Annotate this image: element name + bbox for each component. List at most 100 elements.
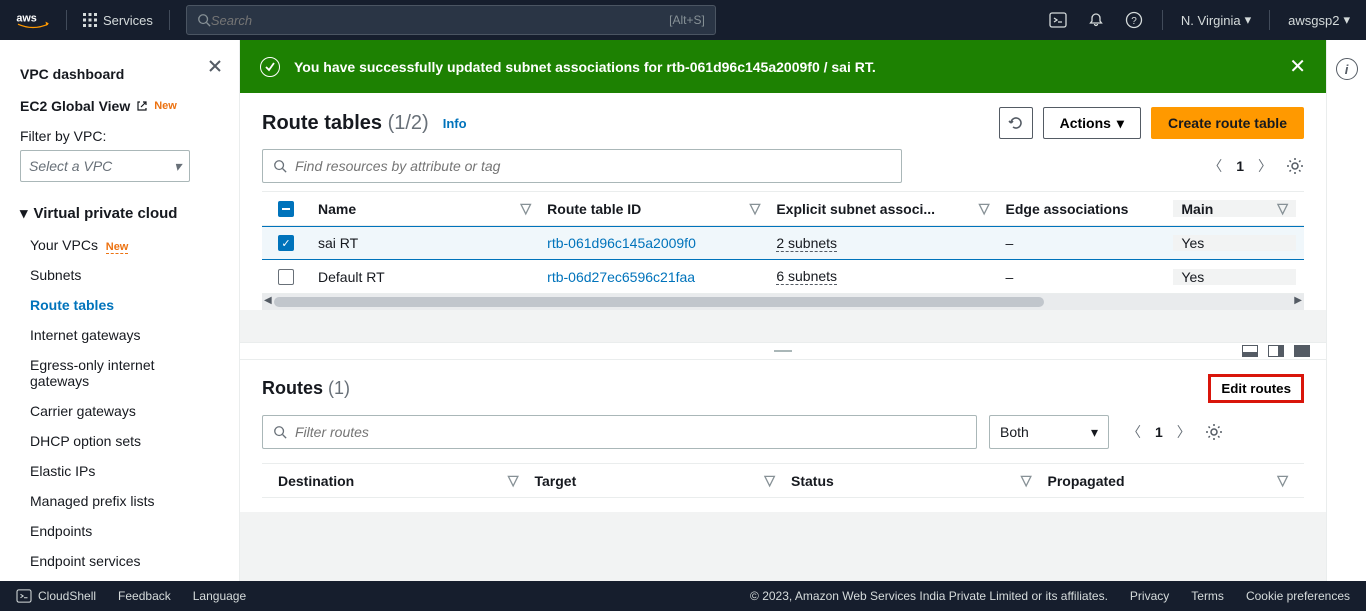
sidebar-item-label: Route tables: [30, 297, 114, 313]
row-checkbox[interactable]: [270, 269, 310, 285]
cloudshell-icon[interactable]: [1048, 10, 1068, 30]
route-tables-grid: Name▽ Route table ID▽ Explicit subnet as…: [262, 191, 1304, 294]
routes-filter-input[interactable]: [295, 424, 966, 440]
col-subnets[interactable]: Explicit subnet associ...▽: [768, 200, 997, 217]
sort-icon: ▽: [1277, 472, 1288, 489]
route-filter-select[interactable]: Both▾: [989, 415, 1109, 449]
row-subnets[interactable]: 2 subnets: [768, 235, 997, 252]
sidebar-ec2-global[interactable]: EC2 Global View New: [20, 90, 239, 122]
feedback-link[interactable]: Feedback: [118, 589, 171, 603]
page-body: VPC dashboard EC2 Global View New Filter…: [0, 40, 1366, 581]
sidebar-item-igw[interactable]: Internet gateways: [20, 320, 239, 350]
table-search-input[interactable]: [295, 158, 891, 174]
chevron-down-icon: ▾: [1091, 424, 1098, 441]
col-target[interactable]: Target▽: [527, 472, 784, 489]
row-subnets[interactable]: 6 subnets: [768, 268, 997, 285]
privacy-link[interactable]: Privacy: [1130, 589, 1169, 603]
scroll-right-icon[interactable]: ▶: [1294, 295, 1302, 306]
dock-bottom-icon[interactable]: [1242, 345, 1258, 357]
vpc-select[interactable]: Select a VPC ▾: [20, 150, 190, 182]
sidebar-section-header[interactable]: ▾Virtual private cloud: [20, 204, 239, 222]
row-edge: –: [998, 269, 1174, 285]
title-text: Route tables: [262, 112, 382, 134]
actions-button[interactable]: Actions▾: [1043, 107, 1141, 139]
col-status[interactable]: Status▽: [783, 472, 1040, 489]
sidebar-item-egw[interactable]: Egress-only internet gateways: [20, 350, 190, 396]
col-id[interactable]: Route table ID▽: [539, 200, 768, 217]
sidebar-item-dhcp[interactable]: DHCP option sets: [20, 426, 239, 456]
terms-link[interactable]: Terms: [1191, 589, 1224, 603]
table-search[interactable]: [262, 149, 902, 183]
region-selector[interactable]: N. Virginia▾: [1181, 12, 1251, 28]
sidebar-item-your-vpcs[interactable]: Your VPCs New: [20, 230, 239, 260]
sidebar-item-subnets[interactable]: Subnets: [20, 260, 239, 290]
divider: [1162, 10, 1163, 30]
col-propagated[interactable]: Propagated▽: [1040, 472, 1297, 489]
dock-full-icon[interactable]: [1294, 345, 1310, 357]
sidebar-item-endpoint-svc[interactable]: Endpoint services: [20, 546, 239, 576]
dock-right-icon[interactable]: [1268, 345, 1284, 357]
bell-icon[interactable]: [1086, 10, 1106, 30]
gear-icon[interactable]: [1286, 157, 1304, 175]
sidebar-item-eip[interactable]: Elastic IPs: [20, 456, 239, 486]
sidebar-item-cgw[interactable]: Carrier gateways: [20, 396, 239, 426]
horizontal-scrollbar[interactable]: ◀ ▶: [262, 294, 1304, 310]
language-link[interactable]: Language: [193, 589, 246, 603]
services-menu[interactable]: Services: [83, 13, 153, 28]
aws-logo[interactable]: aws: [16, 10, 50, 30]
col-label: Target: [535, 473, 577, 489]
subnet-link[interactable]: 6 subnets: [776, 268, 837, 285]
col-main[interactable]: Main▽: [1173, 200, 1296, 217]
sidebar-item-label: Carrier gateways: [30, 403, 136, 419]
pager-next[interactable]: 〉: [1258, 156, 1272, 176]
scroll-left-icon[interactable]: ◀: [264, 295, 272, 306]
sidebar-item-endpoints[interactable]: Endpoints: [20, 516, 239, 546]
chevron-down-icon: ▾: [20, 204, 28, 222]
row-id-link[interactable]: rtb-06d27ec6596c21faa: [539, 269, 768, 285]
refresh-button[interactable]: [999, 107, 1033, 139]
global-search[interactable]: [Alt+S]: [186, 5, 716, 35]
create-route-table-button[interactable]: Create route table: [1151, 107, 1304, 139]
table-row[interactable]: ✓ sai RT rtb-061d96c145a2009f0 2 subnets…: [262, 226, 1304, 260]
select-all-checkbox[interactable]: [270, 201, 310, 217]
col-name[interactable]: Name▽: [310, 200, 539, 217]
cookie-link[interactable]: Cookie preferences: [1246, 589, 1350, 603]
edit-routes-button[interactable]: Edit routes: [1208, 374, 1304, 403]
pager-next[interactable]: 〉: [1177, 422, 1191, 442]
external-link-icon: [136, 100, 148, 112]
panel-resizer[interactable]: [240, 342, 1326, 360]
routes-filter[interactable]: [262, 415, 977, 449]
col-destination[interactable]: Destination▽: [270, 472, 527, 489]
pager-prev[interactable]: 〈: [1208, 156, 1222, 176]
create-label: Create route table: [1168, 115, 1287, 131]
sidebar-item-prefix[interactable]: Managed prefix lists: [20, 486, 239, 516]
divider: [1269, 10, 1270, 30]
topnav-right: ? N. Virginia▾ awsgsp2▾: [1048, 10, 1350, 30]
gear-icon[interactable]: [1205, 423, 1223, 441]
table-pager: 〈 1 〉: [1208, 156, 1304, 176]
sidebar-item-route-tables[interactable]: Route tables: [20, 290, 239, 320]
subnet-link[interactable]: 2 subnets: [776, 235, 837, 252]
pager-prev[interactable]: 〈: [1127, 422, 1141, 442]
table-row[interactable]: Default RT rtb-06d27ec6596c21faa 6 subne…: [262, 260, 1304, 294]
close-icon[interactable]: [207, 58, 223, 74]
sidebar-section-vpc: ▾Virtual private cloud Your VPCs New Sub…: [20, 204, 239, 576]
search-input[interactable]: [211, 13, 669, 28]
check-circle-icon: [260, 57, 280, 77]
vpc-select-placeholder: Select a VPC: [29, 158, 112, 174]
col-label: Edge associations: [1006, 201, 1129, 217]
services-label: Services: [103, 13, 153, 28]
scroll-thumb[interactable]: [274, 297, 1044, 307]
close-icon[interactable]: ✕: [1289, 54, 1306, 79]
col-edge[interactable]: Edge associations: [998, 201, 1174, 217]
row-checkbox[interactable]: ✓: [270, 235, 310, 251]
help-icon[interactable]: ?: [1124, 10, 1144, 30]
info-link[interactable]: Info: [443, 116, 467, 131]
row-id-link[interactable]: rtb-061d96c145a2009f0: [539, 235, 768, 251]
cloudshell-link[interactable]: CloudShell: [16, 589, 96, 603]
account-selector[interactable]: awsgsp2▾: [1288, 12, 1350, 28]
region-label: N. Virginia: [1181, 13, 1241, 28]
info-icon[interactable]: i: [1336, 58, 1358, 80]
new-badge: New: [106, 241, 129, 254]
col-label: Main: [1181, 201, 1213, 217]
